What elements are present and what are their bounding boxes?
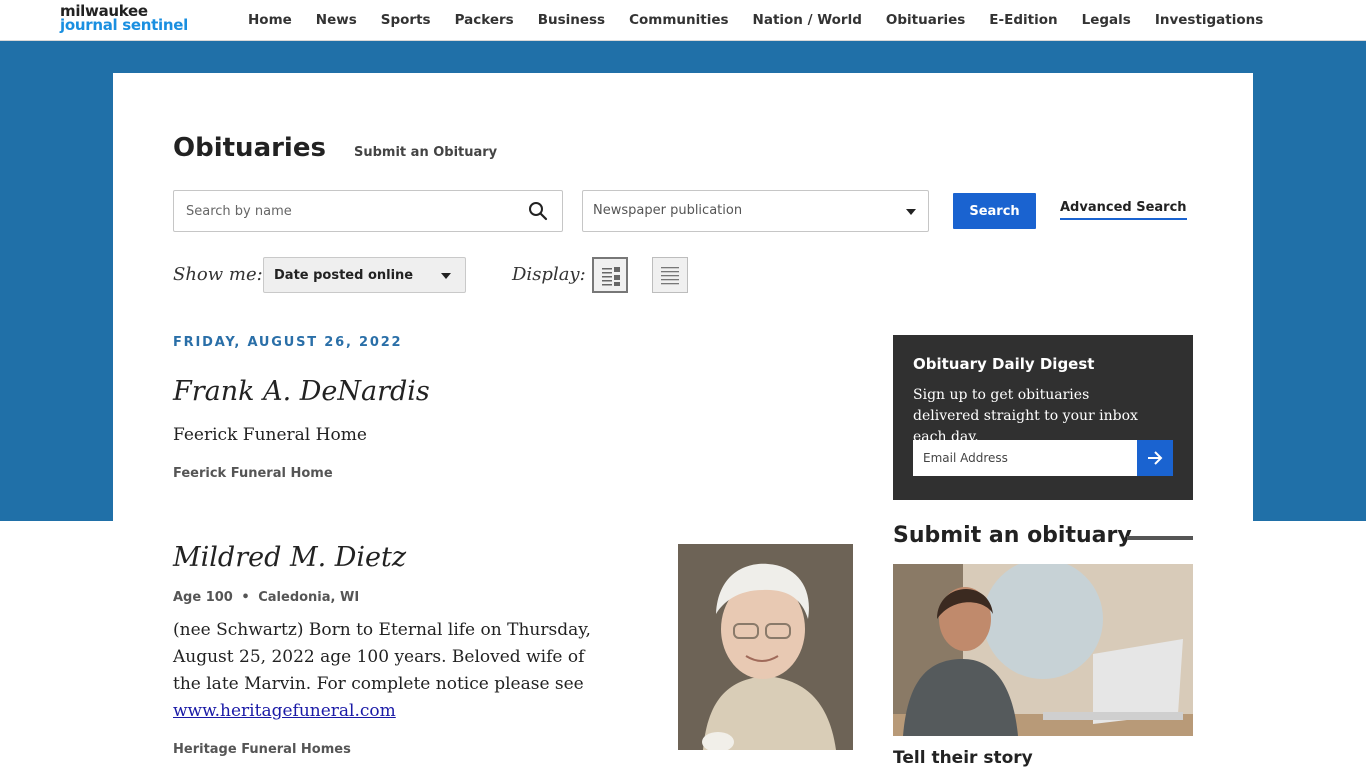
- compact-view-icon: [661, 267, 679, 285]
- nav-item-home[interactable]: Home: [248, 12, 292, 28]
- obituary-age: Age 100: [173, 590, 233, 605]
- nav-item-news[interactable]: News: [316, 12, 357, 28]
- arrow-right-icon: [1148, 451, 1163, 465]
- name-search-field: [173, 190, 563, 232]
- heading-rule: [1127, 536, 1193, 540]
- nav-item-communities[interactable]: Communities: [629, 12, 728, 28]
- date-heading: FRIDAY, AUGUST 26, 2022: [173, 335, 403, 350]
- obituary-funeral-home[interactable]: Feerick Funeral Home: [173, 466, 333, 481]
- publication-select-placeholder: Newspaper publication: [593, 203, 743, 218]
- list-view-button[interactable]: [592, 257, 628, 293]
- obituary-funeral-home[interactable]: Heritage Funeral Homes: [173, 742, 351, 757]
- main-nav: Home News Sports Packers Business Commun…: [248, 12, 1287, 28]
- nav-item-legals[interactable]: Legals: [1082, 12, 1131, 28]
- publication-select[interactable]: Newspaper publication: [582, 190, 929, 232]
- obituary-subtitle: Feerick Funeral Home: [173, 425, 367, 445]
- top-nav-bar: milwaukee journal sentinel Home News Spo…: [0, 0, 1366, 41]
- nav-item-investigations[interactable]: Investigations: [1155, 12, 1263, 28]
- digest-text: Sign up to get obituaries delivered stra…: [913, 387, 1138, 445]
- site-logo[interactable]: milwaukee journal sentinel: [60, 4, 188, 34]
- show-me-select[interactable]: Date posted online: [263, 257, 466, 293]
- submit-promo-image[interactable]: [893, 564, 1193, 736]
- meta-separator: •: [241, 590, 250, 605]
- display-label: Display:: [512, 264, 586, 285]
- obituary-link[interactable]: www.heritagefuneral.com: [173, 701, 396, 721]
- chevron-down-icon: [441, 273, 451, 279]
- nav-item-nation-world[interactable]: Nation / World: [753, 12, 862, 28]
- obituary-meta: Age 100 • Caledonia, WI: [173, 590, 359, 605]
- logo-line-2: journal sentinel: [60, 16, 188, 34]
- digest-title: Obituary Daily Digest: [913, 355, 1095, 373]
- subscribe-button[interactable]: [1137, 440, 1173, 476]
- obituary-location: Caledonia, WI: [258, 590, 360, 605]
- compact-view-button[interactable]: [652, 257, 688, 293]
- email-field[interactable]: [913, 440, 1137, 476]
- submit-obituary-link[interactable]: Submit an Obituary: [354, 145, 497, 160]
- obituary-name[interactable]: Mildred M. Dietz: [173, 542, 406, 573]
- obituary-photo[interactable]: [678, 544, 853, 750]
- search-icon[interactable]: [528, 201, 548, 221]
- chevron-down-icon: [906, 209, 916, 215]
- obituary-body: (nee Schwartz) Born to Eternal life on T…: [173, 617, 593, 725]
- advanced-search-link[interactable]: Advanced Search: [1060, 200, 1187, 220]
- tell-their-story-link[interactable]: Tell their story: [893, 748, 1033, 768]
- page-title: Obituaries: [173, 133, 326, 163]
- submit-obituary-heading: Submit an obituary: [893, 523, 1132, 548]
- portrait-image: [678, 544, 853, 750]
- nav-item-e-edition[interactable]: E-Edition: [989, 12, 1057, 28]
- nav-item-business[interactable]: Business: [538, 12, 605, 28]
- search-button[interactable]: Search: [953, 193, 1036, 229]
- content-card: Obituaries Submit an Obituary Newspaper …: [113, 73, 1253, 768]
- nav-item-sports[interactable]: Sports: [381, 12, 431, 28]
- list-view-icon: [602, 267, 620, 286]
- search-input[interactable]: [174, 191, 514, 231]
- obituary-name[interactable]: Frank A. DeNardis: [173, 376, 430, 407]
- nav-item-obituaries[interactable]: Obituaries: [886, 12, 965, 28]
- show-me-value: Date posted online: [274, 268, 414, 283]
- show-me-label: Show me:: [173, 264, 263, 285]
- promo-illustration: [893, 564, 1193, 736]
- obituary-text: (nee Schwartz) Born to Eternal life on T…: [173, 620, 591, 694]
- daily-digest-box: Obituary Daily Digest Sign up to get obi…: [893, 335, 1193, 500]
- nav-item-packers[interactable]: Packers: [455, 12, 514, 28]
